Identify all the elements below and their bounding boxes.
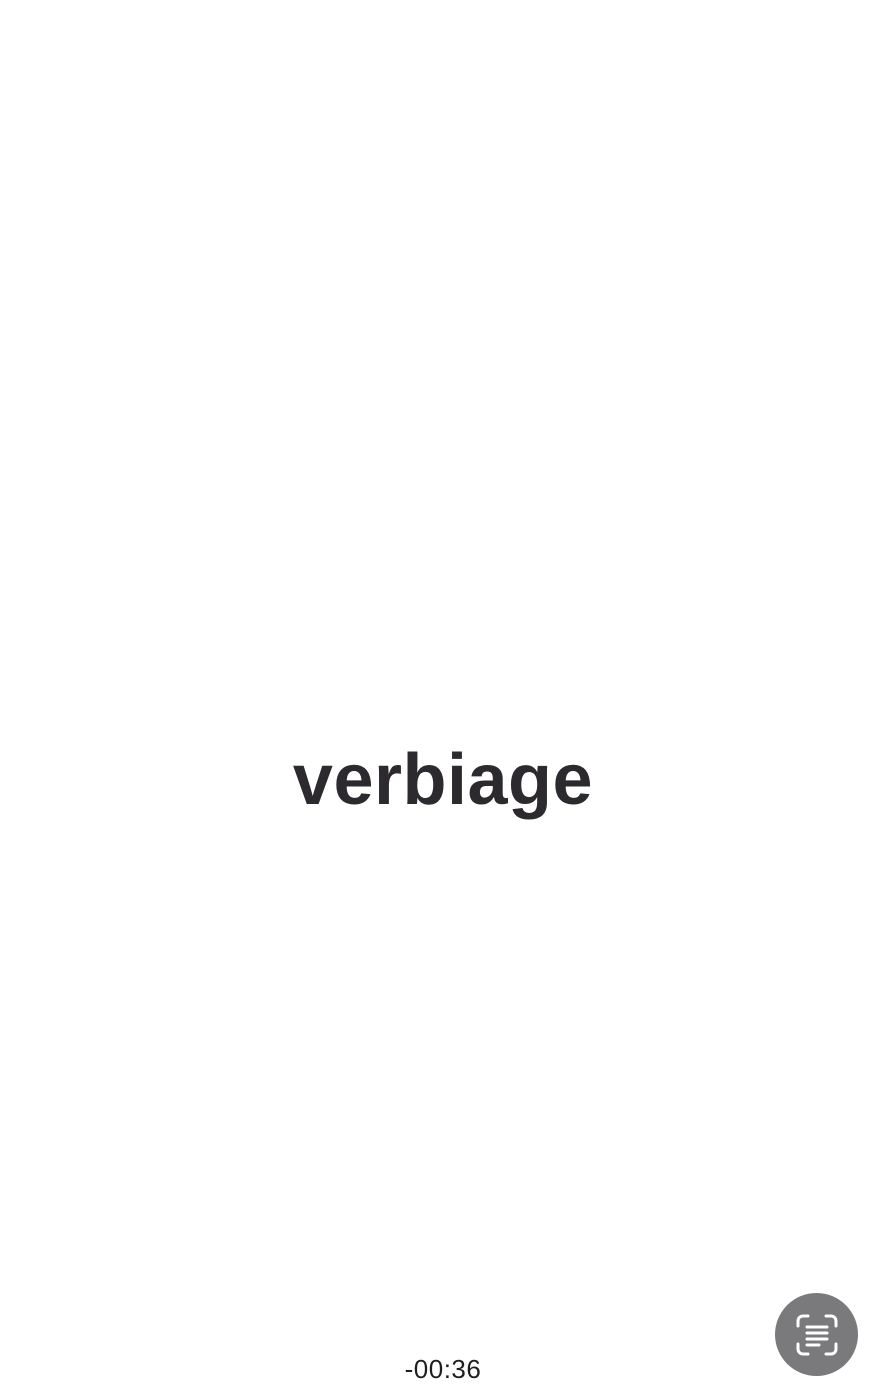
live-text-button[interactable] [775, 1293, 858, 1376]
vocabulary-word: verbiage [292, 740, 594, 820]
live-text-scan-icon [794, 1312, 840, 1358]
